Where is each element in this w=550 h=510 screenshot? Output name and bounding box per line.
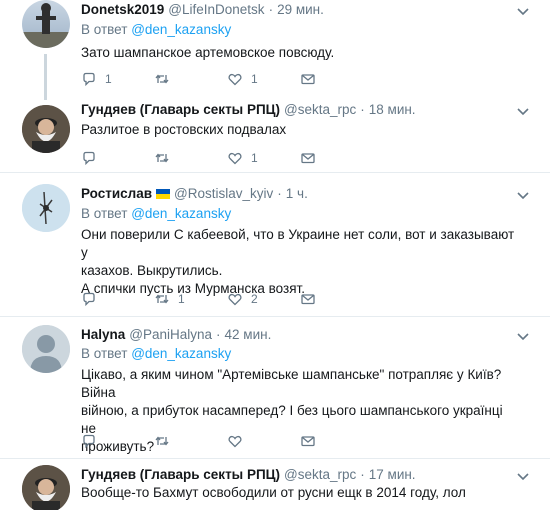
chevron-down-icon[interactable] [516,469,530,483]
timestamp[interactable]: 18 мин. [369,102,416,117]
tweet[interactable]: Ростислав @Rostislav_kyiv · 1 ч. В ответ… [0,184,550,314]
chevron-down-icon[interactable] [516,188,530,202]
retweet-icon [155,153,169,163]
ukraine-flag-icon [156,188,171,199]
like-count: 1 [251,72,258,86]
reply-count: 1 [105,72,112,86]
envelope-icon [301,153,315,164]
retweet-button[interactable]: 1 [154,291,227,307]
action-bar: 1 [81,149,373,167]
avatar[interactable] [22,325,70,373]
display-name[interactable]: Donetsk2019 [81,2,164,17]
share-button[interactable] [300,150,373,166]
reply-prefix: В ответ [81,346,128,361]
display-name[interactable]: Halyna [81,327,125,342]
tweet[interactable]: Гундяев (Главарь секты РПЦ) @sekta_rpc ·… [0,100,550,178]
reply-button[interactable] [81,291,154,307]
heart-icon [228,152,242,165]
chevron-down-icon[interactable] [516,104,530,118]
divider [0,172,550,173]
reply-button[interactable]: 1 [81,71,154,87]
reply-to-link[interactable]: @den_kazansky [131,346,231,361]
display-name[interactable]: Гундяев (Главарь секты РПЦ) [81,467,280,482]
avatar[interactable] [22,184,70,232]
like-count: 2 [251,292,258,306]
display-name[interactable]: Гундяев (Главарь секты РПЦ) [81,102,280,117]
avatar[interactable] [22,465,70,510]
envelope-icon [301,74,315,85]
separator-dot: · [360,102,365,117]
retweet-icon [155,74,169,84]
like-button[interactable] [227,433,300,449]
reply-icon [83,292,95,307]
divider [0,316,550,317]
tweet-text: Зато шампанское артемовское повсюду. [81,45,335,60]
handle[interactable]: @PaniHalyna [129,327,212,342]
tweet-text: Вообще-то Бахмут освободили от русни ещк… [81,485,466,500]
divider [0,458,550,459]
like-count: 1 [251,151,258,165]
reply-to: В ответ @den_kazansky [81,346,231,361]
share-button[interactable] [300,291,373,307]
reply-icon [83,434,95,449]
tweet-header: Гундяев (Главарь секты РПЦ) @sekta_rpc ·… [81,467,416,482]
reply-to-link[interactable]: @den_kazansky [131,22,231,37]
reply-button[interactable] [81,150,154,166]
like-button[interactable]: 2 [227,291,300,307]
reply-prefix: В ответ [81,206,128,221]
display-name[interactable]: Ростислав [81,186,152,201]
reply-to-link[interactable]: @den_kazansky [131,206,231,221]
chevron-down-icon[interactable] [516,329,530,343]
retweet-icon [155,294,169,304]
share-button[interactable] [300,71,373,87]
timestamp[interactable]: 17 мин. [369,467,416,482]
separator-dot: · [216,327,221,342]
reply-to: В ответ @den_kazansky [81,22,231,37]
separator-dot: · [277,186,282,201]
retweet-button[interactable] [154,71,227,87]
tweet-text: Они поверили С кабеевой, что в Украине н… [81,227,515,296]
thread-line [44,54,47,100]
tweet[interactable]: Halyna @PaniHalyna · 42 мин. В ответ @de… [0,325,550,458]
handle[interactable]: @Rostislav_kyiv [174,186,273,201]
reply-to: В ответ @den_kazansky [81,206,231,221]
timestamp[interactable]: 1 ч. [286,186,308,201]
timestamp[interactable]: 42 мин. [225,327,272,342]
handle[interactable]: @sekta_rpc [284,102,356,117]
reply-icon [83,72,95,87]
action-bar [81,432,373,450]
action-bar: 1 1 [81,70,373,88]
share-button[interactable] [300,433,373,449]
heart-icon [228,435,242,448]
like-button[interactable]: 1 [227,150,300,166]
like-button[interactable]: 1 [227,71,300,87]
tweet-header: Ростислав @Rostislav_kyiv · 1 ч. [81,186,308,201]
timestamp[interactable]: 29 мин. [277,2,324,17]
tweet[interactable]: Donetsk2019 @LifeInDonetsk · 29 мин. В о… [0,0,550,100]
retweet-count: 1 [178,292,185,306]
retweet-button[interactable] [154,433,227,449]
action-bar: 1 2 [81,290,373,308]
handle[interactable]: @sekta_rpc [284,467,356,482]
avatar[interactable] [22,0,70,48]
heart-icon [228,73,242,86]
envelope-icon [301,436,315,447]
separator-dot: · [268,2,274,17]
handle[interactable]: @LifeInDonetsk [168,2,264,17]
tweet-text: Разлитое в ростовских подвалах [81,122,287,137]
avatar[interactable] [22,105,70,153]
retweet-button[interactable] [154,150,227,166]
chevron-down-icon[interactable] [516,4,530,18]
retweet-icon [155,436,169,446]
reply-button[interactable] [81,433,154,449]
heart-icon [228,293,242,306]
reply-prefix: В ответ [81,22,128,37]
reply-icon [83,151,95,166]
tweet-header: Гундяев (Главарь секты РПЦ) @sekta_rpc ·… [81,102,416,117]
tweet-header: Halyna @PaniHalyna · 42 мин. [81,327,271,342]
tweet-header: Donetsk2019 @LifeInDonetsk · 29 мин. [81,2,324,17]
envelope-icon [301,294,315,305]
tweet[interactable]: Гундяев (Главарь секты РПЦ) @sekta_rpc ·… [0,465,550,510]
separator-dot: · [360,467,365,482]
